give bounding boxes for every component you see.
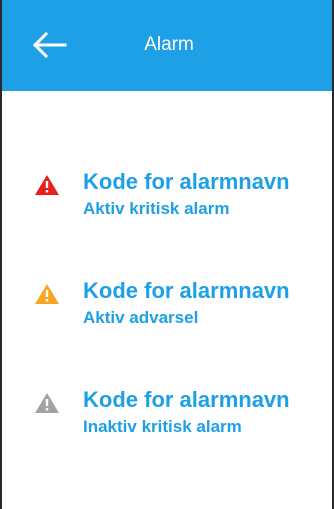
header-bar: Alarm <box>2 0 332 91</box>
alarm-status: Inaktiv kritisk alarm <box>83 417 242 436</box>
alarm-name: Kode for alarmnavn <box>83 278 290 303</box>
alarm-item-critical-active[interactable]: Kode for alarmnavn Aktiv kritisk alarm <box>2 169 332 239</box>
alarm-item-warning-active[interactable]: Kode for alarmnavn Aktiv advarsel <box>2 278 332 348</box>
alarm-name: Kode for alarmnavn <box>83 169 290 194</box>
alarm-name: Kode for alarmnavn <box>83 387 290 412</box>
app-screen: Alarm Kode for alarmnavn Aktiv kritisk a… <box>0 0 334 509</box>
warning-triangle-icon <box>35 284 59 304</box>
alarm-status: Aktiv kritisk alarm <box>83 199 230 218</box>
page-title: Alarm <box>144 34 194 55</box>
warning-triangle-icon <box>35 175 59 195</box>
alarm-item-critical-inactive[interactable]: Kode for alarmnavn Inaktiv kritisk alarm <box>2 387 332 457</box>
warning-triangle-icon <box>35 393 59 413</box>
alarm-status: Aktiv advarsel <box>83 308 199 327</box>
